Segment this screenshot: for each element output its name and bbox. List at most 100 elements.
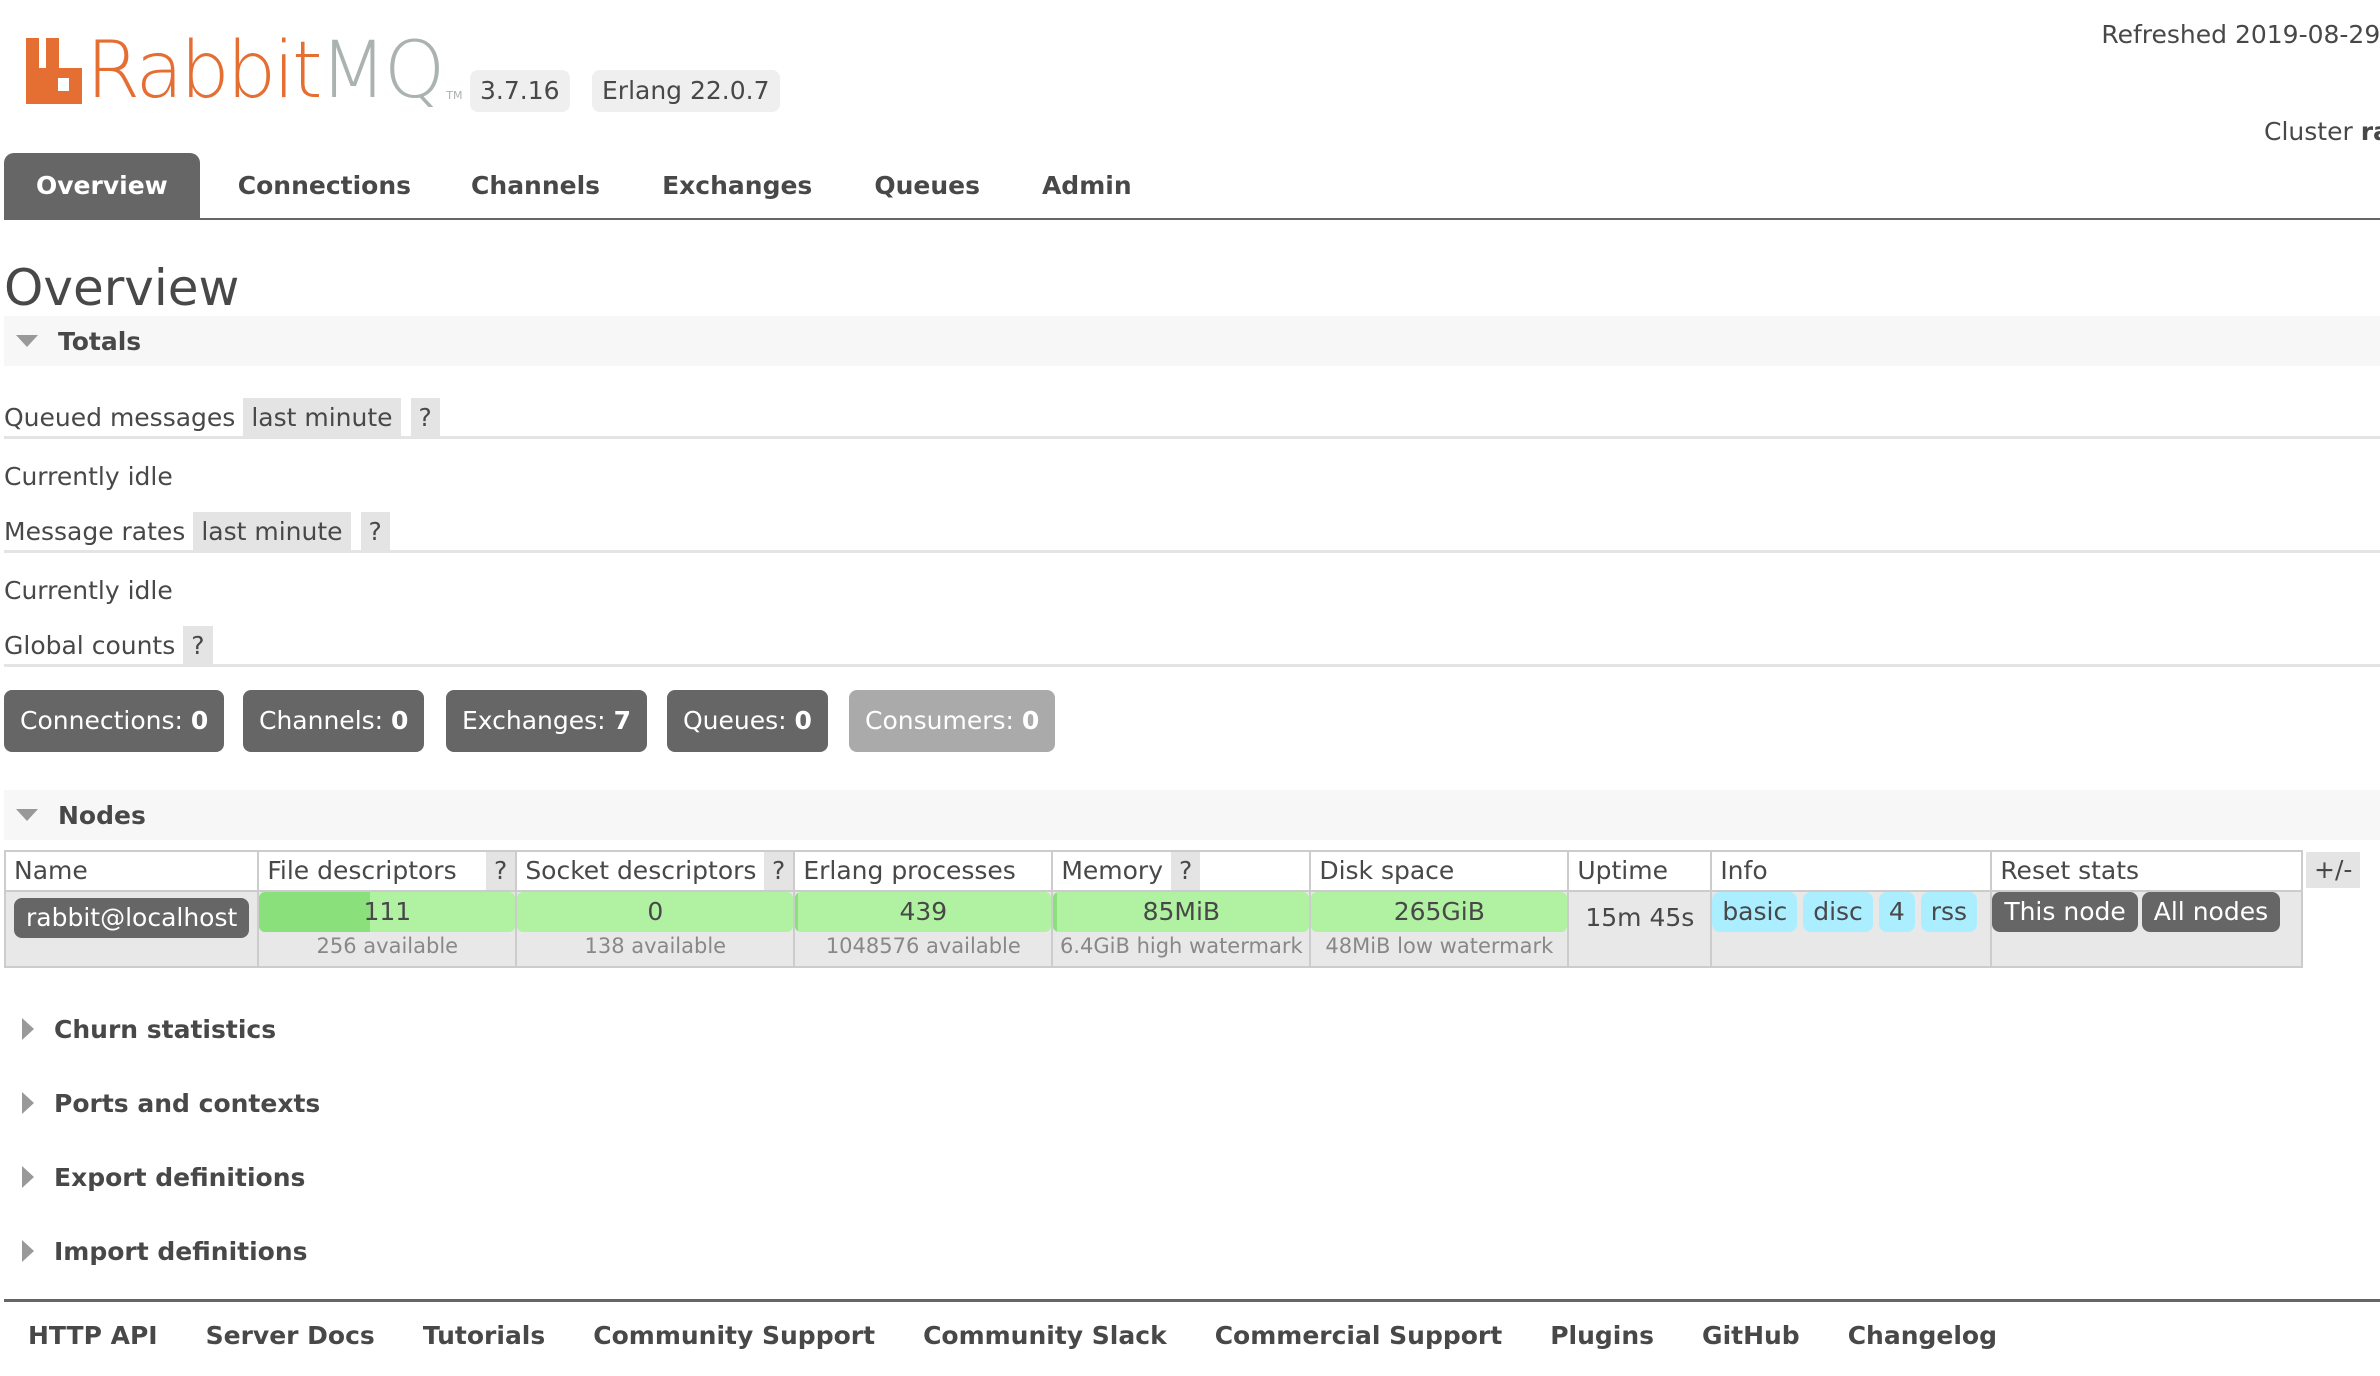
col-memory-label: Memory	[1061, 856, 1163, 885]
memory-bar-fill	[1053, 892, 1057, 932]
file-descriptors-cell: 111 256 available	[257, 890, 518, 968]
footer-link-github[interactable]: GitHub	[1702, 1316, 1800, 1356]
tab-channels[interactable]: Channels	[443, 153, 624, 219]
channels-count-button[interactable]: Channels: 0	[243, 690, 425, 752]
col-name: Name	[3, 850, 260, 892]
message-rates-range-selector[interactable]: last minute	[193, 512, 351, 552]
memory-value: 85MiB	[1142, 897, 1221, 926]
footer-link-changelog[interactable]: Changelog	[1848, 1316, 1997, 1356]
global-counts-row: Global counts ?	[4, 626, 223, 666]
logo-text-rabbit: Rabbit	[86, 26, 323, 116]
col-reset-stats-label: Reset stats	[2000, 856, 2140, 885]
col-disk-space-label: Disk space	[1319, 856, 1455, 885]
tab-connections[interactable]: Connections	[210, 153, 433, 219]
footer-link-community-slack[interactable]: Community Slack	[923, 1316, 1167, 1356]
tab-exchanges[interactable]: Exchanges	[634, 153, 836, 219]
global-counts-label: Global counts	[4, 631, 176, 660]
uptime-value: 15m 45s	[1585, 903, 1695, 932]
connections-count-value: 0	[190, 706, 209, 735]
tab-overview[interactable]: Overview	[4, 153, 200, 219]
cluster-value[interactable]: ra	[2361, 117, 2380, 146]
footer-link-plugins[interactable]: Plugins	[1550, 1316, 1654, 1356]
col-info-label: Info	[1720, 856, 1768, 885]
footer-link-community-support[interactable]: Community Support	[593, 1316, 875, 1356]
row-divider	[4, 550, 2380, 553]
version-badge: 3.7.16	[470, 70, 570, 112]
exchanges-count-button[interactable]: Exchanges: 7	[446, 690, 647, 752]
tab-queues[interactable]: Queues	[846, 153, 1004, 219]
footer-link-http-api[interactable]: HTTP API	[28, 1316, 158, 1356]
memory-help-button[interactable]: ?	[1170, 852, 1201, 890]
node-name-link[interactable]: rabbit@localhost	[14, 898, 250, 938]
col-file-descriptors: File descriptors ?	[257, 850, 518, 892]
queued-messages-row: Queued messages last minute ?	[4, 398, 450, 438]
socket-descriptors-bar: 0	[517, 892, 794, 932]
page-title: Overview	[4, 259, 240, 317]
row-divider	[4, 664, 2380, 667]
footer-link-server-docs[interactable]: Server Docs	[206, 1316, 375, 1356]
disk-space-value: 265GiB	[1393, 897, 1485, 926]
queues-count-button[interactable]: Queues: 0	[667, 690, 828, 752]
queued-messages-help-button[interactable]: ?	[410, 398, 440, 438]
row-divider	[4, 436, 2380, 439]
socket-descriptors-help-button[interactable]: ?	[764, 852, 794, 890]
file-descriptors-bar: 111	[259, 892, 516, 932]
nodes-title: Nodes	[58, 800, 146, 830]
churn-statistics-section[interactable]: Churn statistics	[22, 1009, 276, 1049]
refreshed-timestamp: Refreshed 2019-08-29 10	[2101, 20, 2380, 49]
reset-this-node-button[interactable]: This node	[1992, 892, 2138, 932]
logo-text-mq: MQ	[319, 26, 446, 116]
col-erlang-processes: Erlang processes	[793, 850, 1054, 892]
connections-count-label: Connections:	[20, 706, 183, 735]
export-definitions-section[interactable]: Export definitions	[22, 1157, 305, 1197]
node-name-cell: rabbit@localhost	[3, 890, 260, 968]
erlang-processes-bar-fill	[795, 892, 798, 932]
col-socket-descriptors: Socket descriptors ?	[515, 850, 796, 892]
col-info: Info	[1710, 850, 1993, 892]
col-reset-stats: Reset stats	[1990, 850, 2304, 892]
cluster-label: Cluster	[2264, 117, 2353, 146]
consumers-count-label: Consumers:	[865, 706, 1014, 735]
connections-count-button[interactable]: Connections: 0	[4, 690, 225, 752]
erlang-version-badge: Erlang 22.0.7	[592, 70, 780, 112]
info-cell: basic disc 4 rss	[1710, 890, 1993, 968]
rabbitmq-logo[interactable]: Rabbit MQ TM	[26, 26, 463, 116]
logo-trademark: TM	[446, 89, 463, 102]
file-descriptors-bar-fill	[259, 892, 371, 932]
col-socket-descriptors-label: Socket descriptors	[525, 856, 757, 885]
footer-divider	[4, 1299, 2380, 1302]
export-definitions-title: Export definitions	[54, 1162, 306, 1192]
consumers-count-button: Consumers: 0	[849, 690, 1056, 752]
nodes-table: Name File descriptors ? Socket descripto…	[3, 850, 2304, 968]
file-descriptors-help-button[interactable]: ?	[486, 852, 516, 890]
reset-all-nodes-button[interactable]: All nodes	[2141, 892, 2281, 932]
ports-and-contexts-section[interactable]: Ports and contexts	[22, 1083, 320, 1123]
col-file-descriptors-label: File descriptors	[267, 856, 457, 885]
tab-admin[interactable]: Admin	[1014, 153, 1156, 219]
info-badge-cores: 4	[1878, 892, 1915, 932]
import-definitions-section[interactable]: Import definitions	[22, 1231, 308, 1271]
disk-space-watermark: 48MiB low watermark	[1325, 934, 1554, 958]
info-badge-rss: rss	[1920, 892, 1978, 932]
socket-descriptors-cell: 0 138 available	[515, 890, 796, 968]
expand-right-icon	[22, 1018, 34, 1040]
queues-count-label: Queues:	[683, 706, 787, 735]
columns-toggle-button[interactable]: +/-	[2306, 852, 2361, 888]
ports-and-contexts-title: Ports and contexts	[54, 1088, 321, 1118]
nodes-section-header[interactable]: Nodes	[4, 790, 2380, 840]
reset-stats-cell: This node All nodes	[1990, 890, 2304, 968]
footer-link-commercial-support[interactable]: Commercial Support	[1215, 1316, 1503, 1356]
expand-right-icon	[22, 1166, 34, 1188]
footer-links: HTTP API Server Docs Tutorials Community…	[28, 1316, 2045, 1356]
expand-right-icon	[22, 1240, 34, 1262]
totals-title: Totals	[58, 326, 142, 356]
disk-space-bar: 265GiB	[1311, 892, 1568, 932]
queued-messages-label: Queued messages	[4, 403, 236, 432]
queued-messages-range-selector[interactable]: last minute	[243, 398, 401, 438]
message-rates-help-button[interactable]: ?	[360, 512, 390, 552]
global-counts-help-button[interactable]: ?	[183, 626, 213, 666]
channels-count-value: 0	[391, 706, 409, 735]
footer-link-tutorials[interactable]: Tutorials	[423, 1316, 545, 1356]
nodes-table-header: Name File descriptors ? Socket descripto…	[3, 850, 2304, 892]
totals-section-header[interactable]: Totals	[4, 316, 2380, 366]
